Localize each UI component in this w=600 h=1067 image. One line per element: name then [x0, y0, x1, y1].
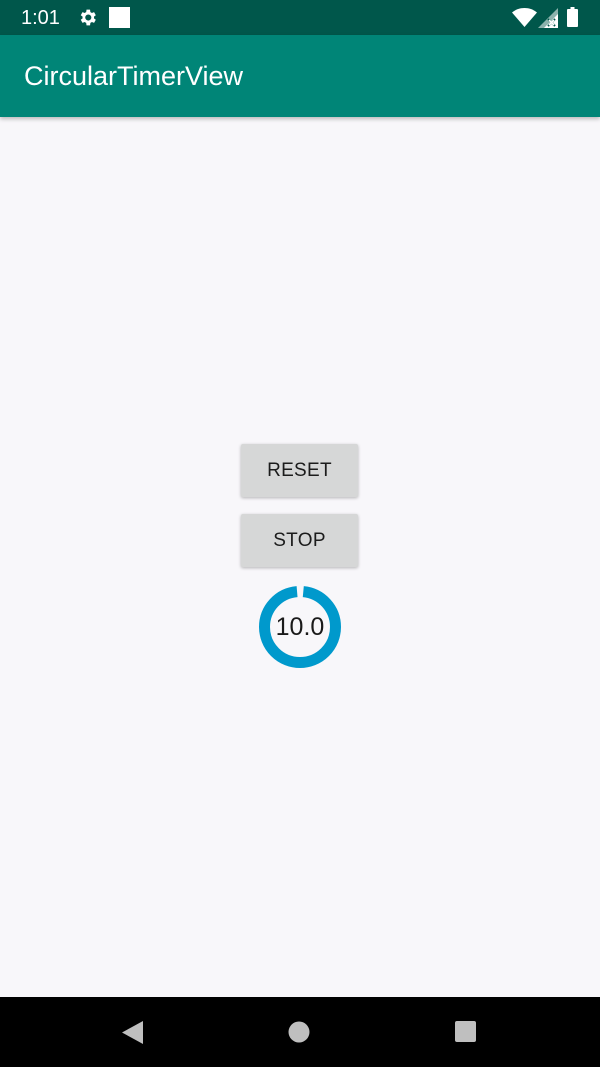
- timer-value: 10.0: [275, 613, 325, 641]
- reset-button[interactable]: RESET: [241, 444, 358, 497]
- wifi-icon: [512, 8, 537, 27]
- app-title: CircularTimerView: [24, 61, 244, 91]
- status-bar: 1:01: [0, 0, 600, 35]
- gear-icon: [80, 9, 96, 26]
- status-time: 1:01: [21, 7, 60, 29]
- home-icon[interactable]: [288, 1021, 310, 1043]
- notification-square-icon: [109, 7, 130, 28]
- circular-timer: 10.0: [259, 586, 341, 668]
- app-bar: CircularTimerView: [0, 35, 600, 117]
- back-icon[interactable]: [121, 1020, 145, 1045]
- signal-icon: [538, 8, 558, 28]
- recents-icon[interactable]: [455, 1021, 476, 1042]
- battery-icon: [567, 7, 578, 27]
- stop-button[interactable]: STOP: [241, 514, 358, 567]
- nav-bar: [0, 997, 600, 1067]
